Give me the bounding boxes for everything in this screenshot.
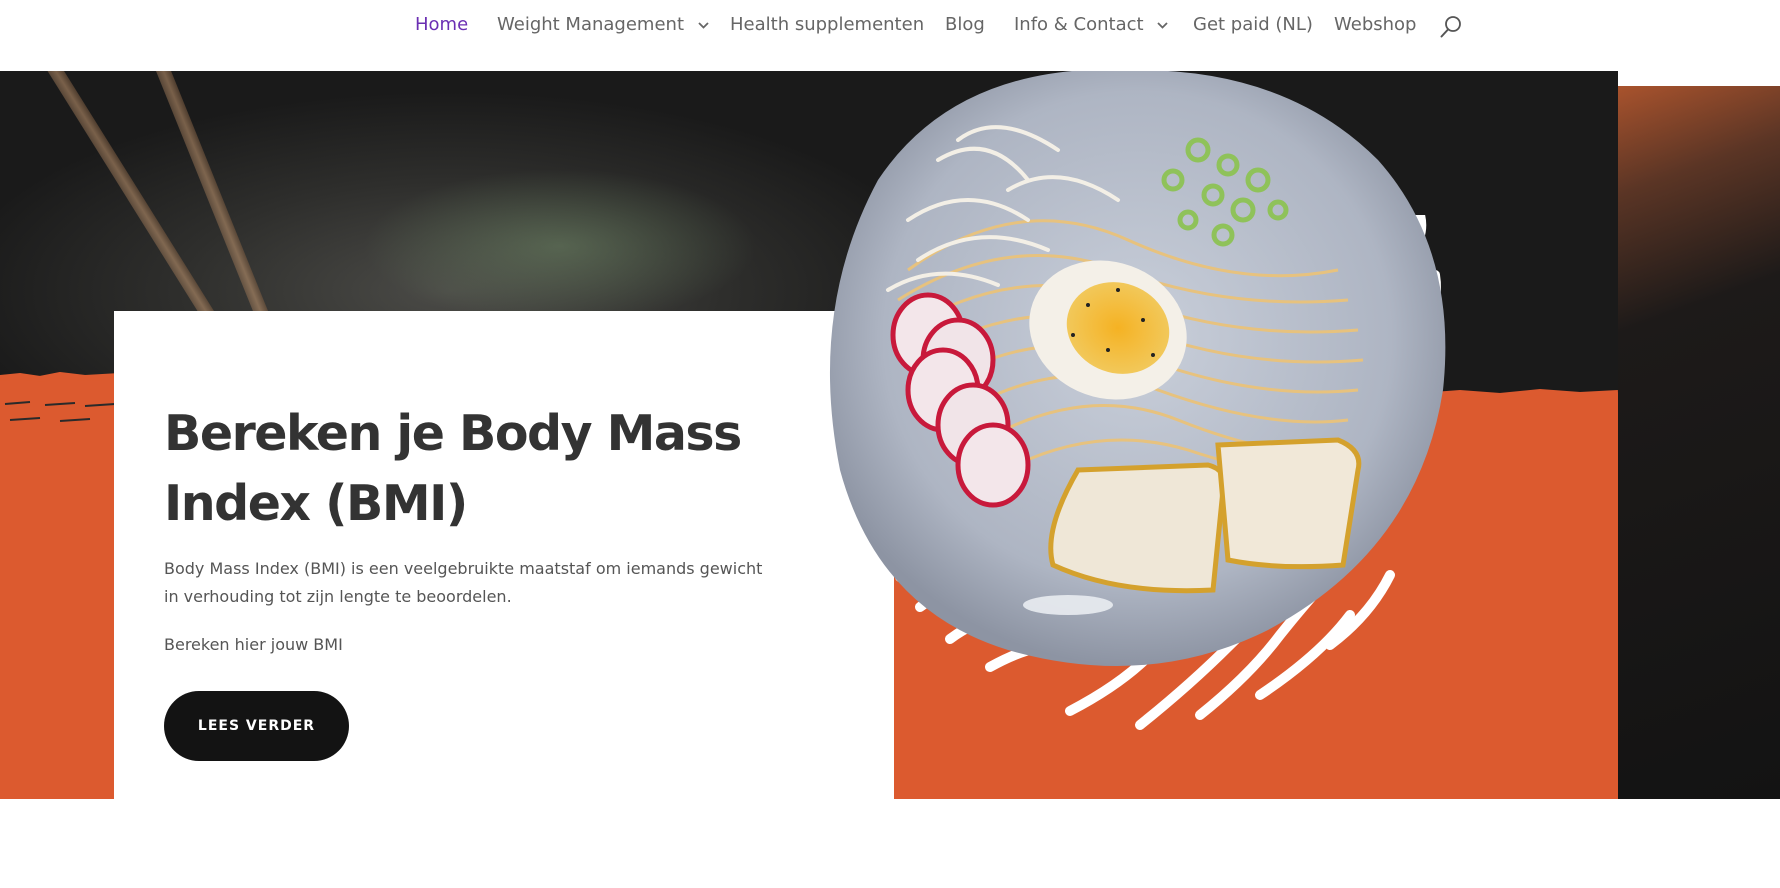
- nav-item-webshop[interactable]: Webshop: [1334, 14, 1416, 36]
- page-title: Bereken je Body Mass Index (BMI): [164, 405, 742, 532]
- nav-item-info-contact[interactable]: Info & Contact: [1014, 14, 1168, 36]
- chevron-down-icon: [1157, 21, 1168, 29]
- nav-item-label: Info & Contact: [1014, 14, 1144, 35]
- chopstick-decoration: [40, 71, 234, 349]
- nav-item-blog[interactable]: Blog: [945, 14, 985, 36]
- brush-stroke-decoration: [0, 372, 120, 422]
- nav-item-home[interactable]: Home: [415, 14, 468, 36]
- search-icon[interactable]: [1439, 15, 1463, 39]
- hero-content-card: Bereken je Body Mass Index (BMI) Body Ma…: [114, 311, 894, 799]
- nav-item-weight-management[interactable]: Weight Management: [497, 14, 709, 36]
- hero-description: Body Mass Index (BMI) is een veelgebruik…: [164, 559, 763, 606]
- read-more-button[interactable]: LEES VERDER: [164, 691, 349, 761]
- nav-item-get-paid[interactable]: Get paid (NL): [1193, 14, 1313, 36]
- ramen-bowl-image: [830, 70, 1446, 666]
- side-image-strip: [1618, 86, 1780, 799]
- hero-subtext: Bereken hier jouw BMI: [164, 635, 343, 654]
- main-navigation: Home Weight Management Health supplement…: [0, 0, 1780, 71]
- nav-item-health-supplementen[interactable]: Health supplementen: [730, 14, 924, 36]
- nav-item-label: Weight Management: [497, 14, 685, 35]
- chevron-down-icon: [698, 21, 709, 29]
